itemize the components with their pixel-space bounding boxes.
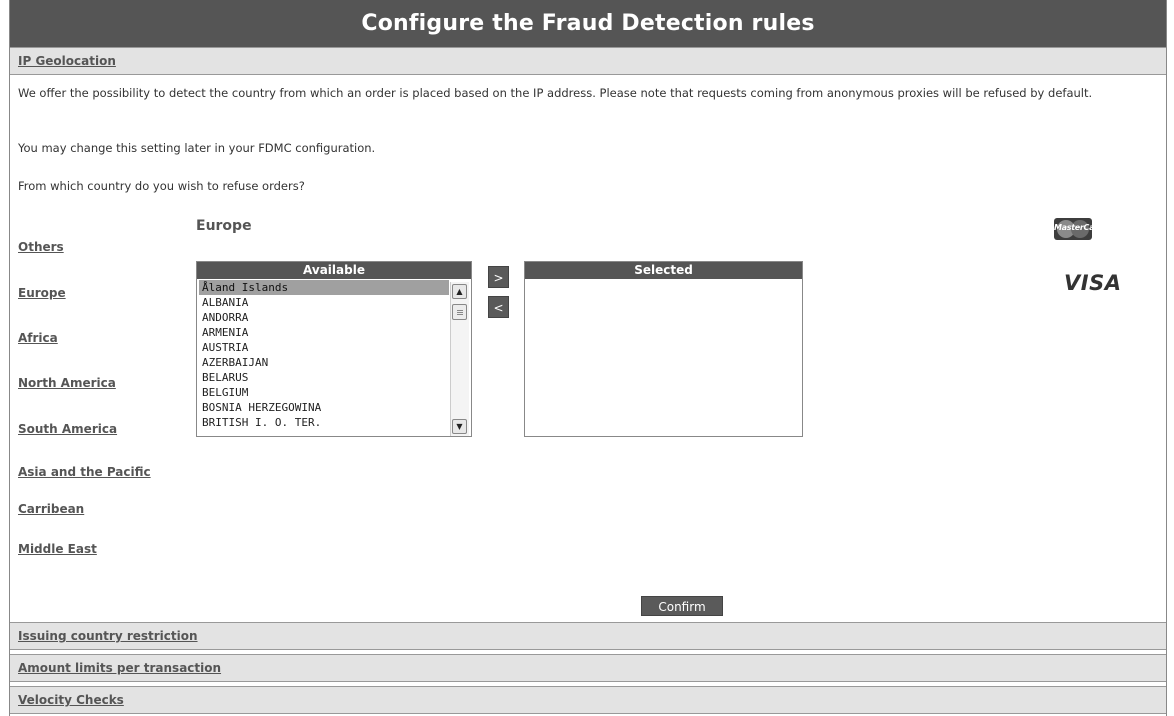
mastercard-logo-text: MasterCard (1054, 223, 1092, 232)
intro-paragraph: We offer the possibility to detect the c… (18, 86, 1093, 100)
country-option[interactable]: BOSNIA HERZEGOWINA (199, 400, 449, 415)
country-option[interactable]: AUSTRIA (199, 340, 449, 355)
country-option[interactable]: BELARUS (199, 370, 449, 385)
issuing-country-restriction-link[interactable]: Issuing country restriction (18, 623, 198, 650)
fraud-rules-panel: Configure the Fraud Detection rules IP G… (9, 0, 1167, 716)
region-link-europe[interactable]: Europe (18, 286, 66, 300)
region-link-south-america[interactable]: South America (18, 422, 117, 436)
region-link-north-america[interactable]: North America (18, 376, 116, 390)
selected-list-header: Selected (525, 262, 802, 279)
region-link-others[interactable]: Others (18, 240, 64, 254)
section-header-amount-limits: Amount limits per transaction (10, 654, 1166, 682)
available-list-header: Available (197, 262, 471, 279)
refuse-question: From which country do you wish to refuse… (18, 179, 305, 193)
confirm-button[interactable]: Confirm (641, 596, 723, 616)
region-link-africa[interactable]: Africa (18, 331, 58, 345)
country-option[interactable]: Åland Islands (199, 280, 449, 295)
ip-geolocation-link[interactable]: IP Geolocation (18, 48, 116, 75)
available-list-items: Åland Islands ALBANIA ANDORRA ARMENIA AU… (199, 280, 449, 430)
visa-logo: VISA (1064, 271, 1122, 295)
available-countries-list[interactable]: Available Åland Islands ALBANIA ANDORRA … (196, 261, 472, 437)
region-link-middle-east[interactable]: Middle East (18, 542, 97, 556)
scroll-down-icon[interactable]: ▼ (452, 419, 467, 434)
region-link-carribean[interactable]: Carribean (18, 502, 84, 516)
available-list-scrollbar[interactable]: ▲ ▼ (450, 282, 469, 436)
country-option[interactable]: AZERBAIJAN (199, 355, 449, 370)
country-option[interactable]: BELGIUM (199, 385, 449, 400)
section-header-issuing-country: Issuing country restriction (10, 622, 1166, 650)
section-header-ip-geolocation: IP Geolocation (10, 47, 1166, 75)
remove-country-button[interactable]: < (488, 296, 509, 318)
add-country-button[interactable]: > (488, 266, 509, 288)
scroll-thumb[interactable] (452, 304, 467, 320)
velocity-checks-link[interactable]: Velocity Checks (18, 687, 124, 714)
amount-limits-link[interactable]: Amount limits per transaction (18, 655, 221, 682)
country-option[interactable]: BRITISH I. O. TER. (199, 415, 449, 430)
country-option[interactable]: ARMENIA (199, 325, 449, 340)
page-title: Configure the Fraud Detection rules (10, 0, 1166, 47)
selected-countries-list[interactable]: Selected (524, 261, 803, 437)
country-option[interactable]: ANDORRA (199, 310, 449, 325)
config-note: You may change this setting later in you… (18, 141, 376, 155)
selected-region-title: Europe (196, 218, 252, 234)
section-header-velocity-checks: Velocity Checks (10, 686, 1166, 714)
scroll-up-icon[interactable]: ▲ (452, 284, 467, 299)
country-option[interactable]: ALBANIA (199, 295, 449, 310)
region-link-asia-pacific[interactable]: Asia and the Pacific (18, 465, 151, 479)
mastercard-logo: MasterCard (1054, 218, 1092, 240)
